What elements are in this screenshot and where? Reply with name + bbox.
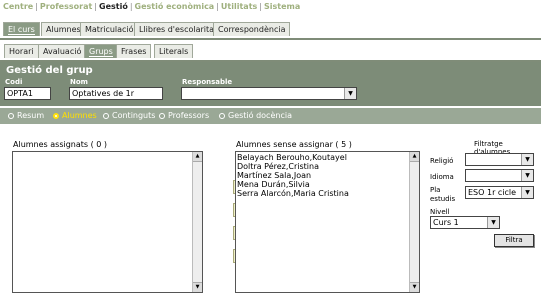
menu-separator: | <box>129 2 133 11</box>
radio-circle-icon <box>159 113 165 119</box>
filtra-button[interactable]: Filtra <box>494 234 534 247</box>
radio-alumnes[interactable]: Alumnes <box>53 111 97 120</box>
unassigned-list-label: Alumnes sense assignar ( 5 ) <box>236 140 352 149</box>
radio-gestio-docencia[interactable]: Gestió docència <box>219 111 292 120</box>
tab-matriculacio[interactable]: Matriculació <box>80 22 139 36</box>
list-item[interactable]: Belayach Berouho,Koutayel <box>236 153 419 162</box>
menu-separator: | <box>94 2 97 11</box>
codi-field[interactable]: OPTA1 <box>4 87 51 100</box>
pla-estudis-value: ESO 1r cicle <box>468 188 517 197</box>
menu-gestio[interactable]: Gestió <box>99 2 128 11</box>
top-menu: Centre | Professorat | Gestió | Gestió econòmi… <box>3 2 300 11</box>
primary-tab-bar: El curs Alumnes Matriculació Llibres d'e… <box>0 22 541 40</box>
tab-frases[interactable]: Frases <box>116 44 152 58</box>
tab-correspondencia[interactable]: Correspondència <box>213 22 291 36</box>
nom-label: Nom <box>70 78 88 86</box>
radio-circle-icon <box>8 113 14 119</box>
tab-horari[interactable]: Horari <box>4 44 39 58</box>
pla-label: Pla <box>430 186 441 194</box>
idioma-label: Idioma <box>430 173 454 181</box>
page-title: Gestió del grup <box>6 65 93 76</box>
codi-label: Codi <box>5 78 23 86</box>
nom-field[interactable]: Optatives de 1r <box>69 87 163 100</box>
menu-separator: | <box>216 2 219 11</box>
secondary-tab-bar: Horari Avaluació Grups Frases Literals <box>0 44 541 62</box>
assigned-students-list[interactable]: ▲ ▼ <box>12 151 203 293</box>
assigned-list-label: Alumnes assignats ( 0 ) <box>13 140 108 149</box>
radio-resum[interactable]: Resum <box>8 111 44 120</box>
list-item[interactable]: Martínez Sala,Joan <box>236 171 419 180</box>
scroll-down-icon[interactable]: ▼ <box>193 282 202 292</box>
menu-separator: | <box>35 2 38 11</box>
menu-gestio-economica[interactable]: Gestió econòmica <box>135 2 215 11</box>
tab-grups[interactable]: Grups <box>84 44 118 58</box>
menu-separator: | <box>259 2 262 11</box>
nivell-label: Nivell <box>430 208 450 216</box>
pla-estudis-select[interactable]: ESO 1r cicle ▼ <box>465 186 534 199</box>
estudis-label: estudis <box>430 195 456 203</box>
menu-utilitats[interactable]: Utilitats <box>221 2 257 11</box>
responsable-select[interactable]: ▼ <box>181 87 357 100</box>
religio-select[interactable]: ▼ <box>465 153 534 166</box>
menu-centre[interactable]: Centre <box>3 2 33 11</box>
nivell-value: Curs 1 <box>433 218 459 227</box>
unassigned-list-scrollbar[interactable]: ▲ ▼ <box>409 152 419 292</box>
radio-circle-icon <box>53 113 59 119</box>
tab-alumnes[interactable]: Alumnes <box>41 22 86 36</box>
tab-literals[interactable]: Literals <box>154 44 194 58</box>
radio-professors[interactable]: Professors <box>159 111 209 120</box>
tab-llibres-escolaritat[interactable]: Llibres d'escolaritat <box>134 22 223 36</box>
chevron-down-icon[interactable]: ▼ <box>521 154 533 165</box>
radio-continguts[interactable]: Continguts <box>103 111 155 120</box>
list-item[interactable]: Doltra Pérez,Cristina <box>236 162 419 171</box>
list-item[interactable]: Serra Alarcón,Maria Cristina <box>236 189 419 198</box>
unassigned-students-list[interactable]: Belayach Berouho,Koutayel Doltra Pérez,C… <box>235 151 420 293</box>
scroll-down-icon[interactable]: ▼ <box>410 282 419 292</box>
religio-label: Religió <box>430 157 454 165</box>
menu-sistema[interactable]: Sistema <box>264 2 300 11</box>
radio-circle-icon <box>219 113 225 119</box>
idioma-select[interactable]: ▼ <box>465 169 534 182</box>
tab-avaluacio[interactable]: Avaluació <box>38 44 87 58</box>
chevron-down-icon[interactable]: ▼ <box>521 187 533 198</box>
assigned-list-scrollbar[interactable]: ▲ ▼ <box>192 152 202 292</box>
responsable-label: Responsable <box>182 78 233 86</box>
chevron-down-icon[interactable]: ▼ <box>487 217 499 228</box>
chevron-down-icon[interactable]: ▼ <box>521 170 533 181</box>
tab-el-curs[interactable]: El curs <box>3 22 40 36</box>
list-item[interactable]: Mena Durán,Silvia <box>236 180 419 189</box>
radio-circle-icon <box>103 113 109 119</box>
nivell-select[interactable]: Curs 1 ▼ <box>430 216 500 229</box>
chevron-down-icon[interactable]: ▼ <box>344 88 356 99</box>
menu-professorat[interactable]: Professorat <box>40 2 92 11</box>
scroll-up-icon[interactable]: ▲ <box>410 152 419 162</box>
scroll-up-icon[interactable]: ▲ <box>193 152 202 162</box>
